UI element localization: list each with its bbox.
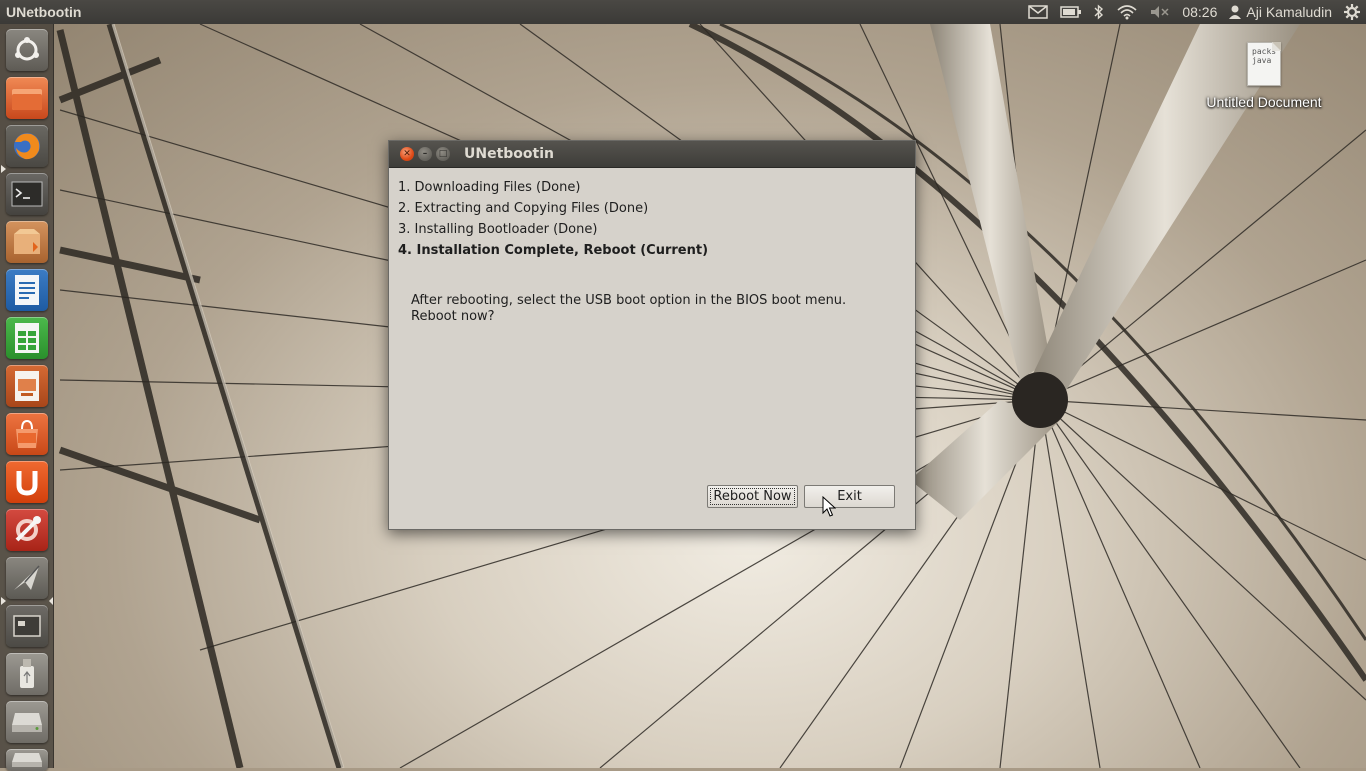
launcher-terminal[interactable] [6,173,48,215]
step-extract: 2. Extracting and Copying Files (Done) [398,201,649,216]
launcher-firefox[interactable] [6,125,48,167]
ubuntu-logo-icon [15,37,39,61]
writer-icon [15,275,39,305]
folder-icon [12,89,42,110]
user-icon [1229,5,1242,19]
launcher-libreoffice-impress[interactable] [6,365,48,407]
step-complete-current: 4. Installation Complete, Reboot (Curren… [398,243,709,258]
unity-launcher [0,24,54,771]
unetbootin-icon [14,565,40,590]
window-titlebar[interactable]: ✕ – □ UNetbootin [389,141,915,168]
shopping-bag-icon [16,419,38,448]
reboot-now-button[interactable]: Reboot Now [707,485,798,508]
window-title: UNetbootin [464,146,554,162]
launcher-unetbootin[interactable] [6,557,48,599]
user-name: Aji Kamaludin [1246,4,1332,20]
running-indicator [1,165,6,173]
exit-button[interactable]: Exit [804,485,895,508]
launcher-software-center[interactable] [6,413,48,455]
desktop-file-label: Untitled Document [1206,94,1322,110]
maximize-icon[interactable]: □ [436,147,450,161]
launcher-libreoffice-calc[interactable] [6,317,48,359]
launcher-usb-drive[interactable] [6,653,48,695]
top-panel: UNetbootin 08:26 Aji Kamaludin [0,0,1366,24]
harddisk-icon [12,753,42,767]
launcher-ubuntu-one[interactable] [6,461,48,503]
step-download: 1. Downloading Files (Done) [398,180,581,195]
close-icon[interactable]: ✕ [400,147,414,161]
document-icon: packs java [1247,42,1281,86]
focused-indicator [49,597,53,605]
battery-icon[interactable] [1054,0,1088,24]
terminal-icon [11,181,43,207]
package-icon [14,229,40,254]
firefox-icon [14,133,40,160]
launcher-disk-drive[interactable] [6,701,48,743]
unetbootin-window: ✕ – □ UNetbootin 1. Downloading Files (D… [388,140,916,530]
launcher-archive-manager[interactable] [6,221,48,263]
minimize-icon[interactable]: – [418,147,432,161]
impress-icon [15,371,39,401]
wifi-icon[interactable] [1110,0,1144,24]
bluetooth-icon[interactable] [1088,0,1110,24]
desktop-file-untitled-document[interactable]: packs java Untitled Document [1196,42,1332,110]
gear-icon[interactable] [1338,0,1366,24]
launcher-system-settings[interactable] [6,509,48,551]
user-menu[interactable]: Aji Kamaludin [1223,0,1338,24]
harddisk-icon [12,713,42,732]
volume-muted-icon[interactable] [1144,0,1176,24]
completion-message: After rebooting, select the USB boot opt… [411,293,846,325]
system-tray: 08:26 Aji Kamaludin [1022,0,1366,24]
ubuntu-one-icon [16,471,38,496]
launcher-workspace-switcher[interactable] [6,605,48,647]
launcher-files[interactable] [6,77,48,119]
workspace-icon [13,615,41,637]
app-menu-title[interactable]: UNetbootin [6,4,81,20]
launcher-libreoffice-writer[interactable] [6,269,48,311]
mail-icon[interactable] [1022,0,1054,24]
calc-icon [15,323,39,353]
clock[interactable]: 08:26 [1176,0,1223,24]
mouse-pointer-icon [822,496,836,517]
message-line-1: After rebooting, select the USB boot opt… [411,293,847,308]
message-line-2: Reboot now? [411,309,495,324]
settings-wrench-icon [15,516,41,542]
step-bootloader: 3. Installing Bootloader (Done) [398,222,598,237]
usb-icon [20,659,34,688]
progress-steps: 1. Downloading Files (Done) 2. Extractin… [398,177,708,261]
running-indicator-unetbootin [1,597,6,605]
launcher-dash-home[interactable] [6,29,48,71]
